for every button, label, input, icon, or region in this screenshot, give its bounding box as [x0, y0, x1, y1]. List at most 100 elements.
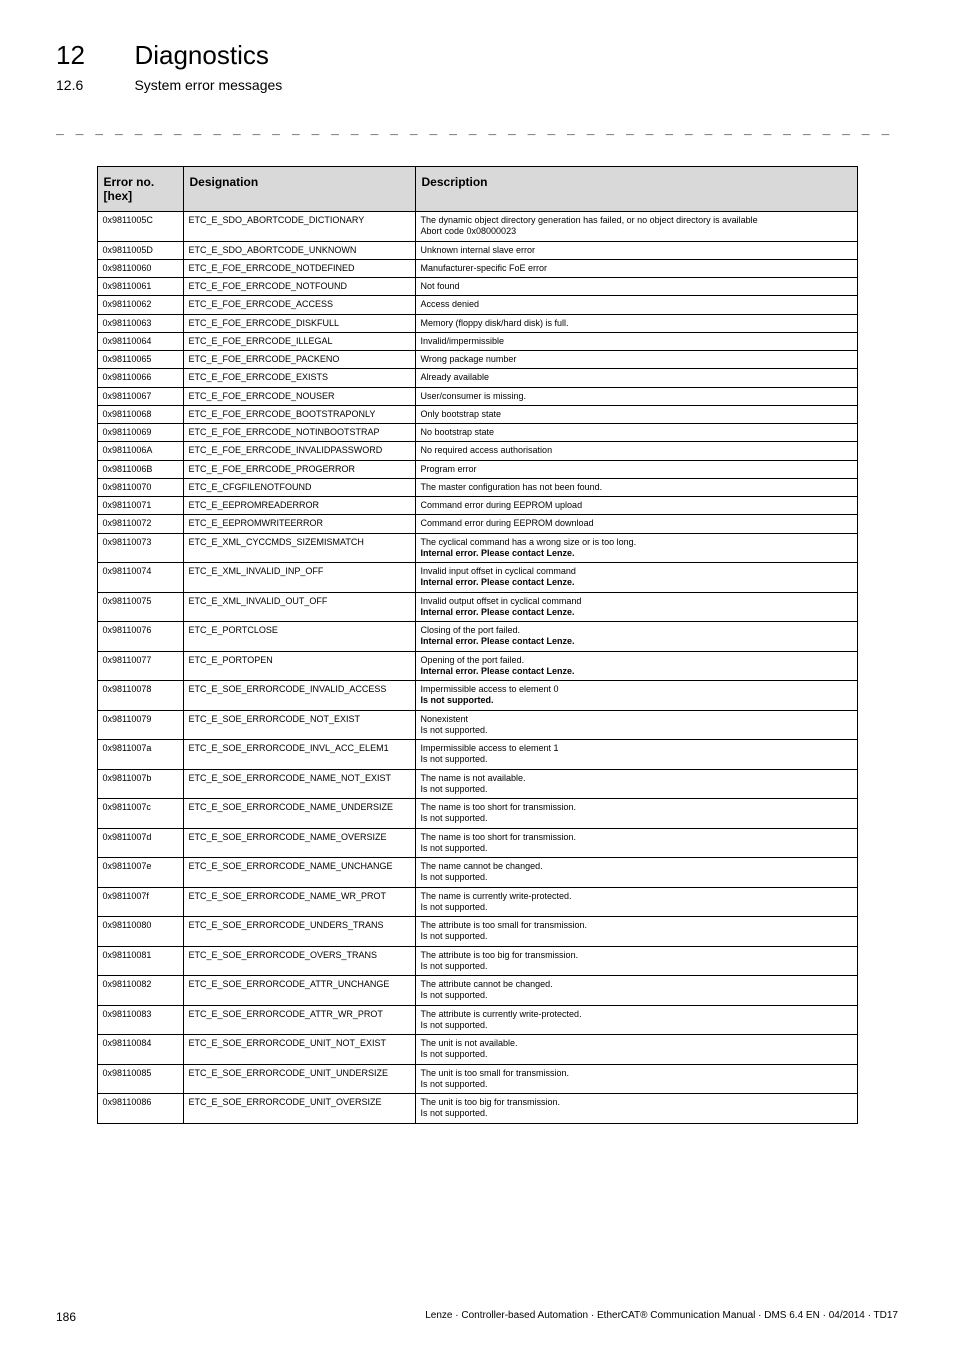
cell-designation: ETC_E_FOE_ERRCODE_INVALIDPASSWORD: [183, 442, 415, 460]
cell-description: Only bootstrap state: [415, 405, 857, 423]
cell-description: Program error: [415, 460, 857, 478]
table-row: 0x98110069ETC_E_FOE_ERRCODE_NOTINBOOTSTR…: [97, 424, 857, 442]
table-row: 0x9811006BETC_E_FOE_ERRCODE_PROGERRORPro…: [97, 460, 857, 478]
cell-description: Command error during EEPROM upload: [415, 497, 857, 515]
cell-designation: ETC_E_FOE_ERRCODE_ACCESS: [183, 296, 415, 314]
section-number: 12.6: [56, 77, 130, 93]
table-row: 0x9811005DETC_E_SDO_ABORTCODE_UNKNOWNUnk…: [97, 241, 857, 259]
cell-designation: ETC_E_CFGFILENOTFOUND: [183, 478, 415, 496]
cell-error-no: 0x98110086: [97, 1094, 183, 1124]
table-row: 0x98110078ETC_E_SOE_ERRORCODE_INVALID_AC…: [97, 681, 857, 711]
cell-designation: ETC_E_EEPROMREADERROR: [183, 497, 415, 515]
cell-designation: ETC_E_SOE_ERRORCODE_UNIT_OVERSIZE: [183, 1094, 415, 1124]
cell-description: No required access authorisation: [415, 442, 857, 460]
cell-error-no: 0x98110081: [97, 946, 183, 976]
header-error-no: Error no.[hex]: [97, 167, 183, 212]
cell-description: Opening of the port failed.Internal erro…: [415, 651, 857, 681]
table-row: 0x9811005CETC_E_SDO_ABORTCODE_DICTIONARY…: [97, 212, 857, 242]
cell-designation: ETC_E_FOE_ERRCODE_NOTFOUND: [183, 278, 415, 296]
table-row: 0x98110085ETC_E_SOE_ERRORCODE_UNIT_UNDER…: [97, 1064, 857, 1094]
cell-error-no: 0x98110085: [97, 1064, 183, 1094]
cell-error-no: 0x98110075: [97, 592, 183, 622]
table-row: 0x9811007dETC_E_SOE_ERRORCODE_NAME_OVERS…: [97, 828, 857, 858]
page-number: 186: [56, 1310, 76, 1324]
table-row: 0x98110076ETC_E_PORTCLOSEClosing of the …: [97, 622, 857, 652]
footer-text: Lenze · Controller-based Automation · Et…: [425, 1310, 898, 1321]
page-footer: 186 Lenze · Controller-based Automation …: [56, 1310, 898, 1324]
cell-description: The attribute is currently write-protect…: [415, 1005, 857, 1035]
cell-error-no: 0x98110070: [97, 478, 183, 496]
cell-designation: ETC_E_SOE_ERRORCODE_OVERS_TRANS: [183, 946, 415, 976]
cell-error-no: 0x98110077: [97, 651, 183, 681]
cell-designation: ETC_E_SOE_ERRORCODE_INVL_ACC_ELEM1: [183, 740, 415, 770]
table-row: 0x98110072ETC_E_EEPROMWRITEERRORCommand …: [97, 515, 857, 533]
table-row: 0x9811007bETC_E_SOE_ERRORCODE_NAME_NOT_E…: [97, 769, 857, 799]
cell-error-no: 0x98110076: [97, 622, 183, 652]
cell-error-no: 0x98110072: [97, 515, 183, 533]
cell-designation: ETC_E_PORTOPEN: [183, 651, 415, 681]
cell-description: User/consumer is missing.: [415, 387, 857, 405]
cell-error-no: 0x98110062: [97, 296, 183, 314]
cell-description: Closing of the port failed.Internal erro…: [415, 622, 857, 652]
table-row: 0x9811007aETC_E_SOE_ERRORCODE_INVL_ACC_E…: [97, 740, 857, 770]
table-row: 0x98110066ETC_E_FOE_ERRCODE_EXISTSAlread…: [97, 369, 857, 387]
cell-description: Invalid input offset in cyclical command…: [415, 563, 857, 593]
cell-description: The attribute is too big for transmissio…: [415, 946, 857, 976]
cell-description: The name is not available.Is not support…: [415, 769, 857, 799]
cell-description: NonexistentIs not supported.: [415, 710, 857, 740]
cell-error-no: 0x98110060: [97, 259, 183, 277]
cell-description: Invalid output offset in cyclical comman…: [415, 592, 857, 622]
cell-error-no: 0x9811007e: [97, 858, 183, 888]
table-row: 0x98110081ETC_E_SOE_ERRORCODE_OVERS_TRAN…: [97, 946, 857, 976]
cell-designation: ETC_E_FOE_ERRCODE_PACKENO: [183, 351, 415, 369]
header-description: Description: [415, 167, 857, 212]
cell-description: Memory (floppy disk/hard disk) is full.: [415, 314, 857, 332]
cell-description: The name is too short for transmission.I…: [415, 799, 857, 829]
cell-error-no: 0x98110079: [97, 710, 183, 740]
cell-error-no: 0x98110083: [97, 1005, 183, 1035]
table-row: 0x98110067ETC_E_FOE_ERRCODE_NOUSERUser/c…: [97, 387, 857, 405]
table-row: 0x98110065ETC_E_FOE_ERRCODE_PACKENOWrong…: [97, 351, 857, 369]
table-row: 0x98110084ETC_E_SOE_ERRORCODE_UNIT_NOT_E…: [97, 1035, 857, 1065]
cell-designation: ETC_E_SOE_ERRORCODE_UNIT_UNDERSIZE: [183, 1064, 415, 1094]
cell-description: Impermissible access to element 1Is not …: [415, 740, 857, 770]
cell-designation: ETC_E_XML_INVALID_INP_OFF: [183, 563, 415, 593]
cell-designation: ETC_E_XML_CYCCMDS_SIZEMISMATCH: [183, 533, 415, 563]
cell-error-no: 0x98110061: [97, 278, 183, 296]
cell-error-no: 0x98110064: [97, 332, 183, 350]
cell-designation: ETC_E_SOE_ERRORCODE_NAME_OVERSIZE: [183, 828, 415, 858]
cell-designation: ETC_E_SDO_ABORTCODE_UNKNOWN: [183, 241, 415, 259]
cell-description: Command error during EEPROM download: [415, 515, 857, 533]
cell-error-no: 0x9811005D: [97, 241, 183, 259]
table-row: 0x98110070ETC_E_CFGFILENOTFOUNDThe maste…: [97, 478, 857, 496]
cell-error-no: 0x9811007c: [97, 799, 183, 829]
table-row: 0x98110060ETC_E_FOE_ERRCODE_NOTDEFINEDMa…: [97, 259, 857, 277]
cell-error-no: 0x9811006A: [97, 442, 183, 460]
cell-description: Manufacturer-specific FoE error: [415, 259, 857, 277]
table-row: 0x98110063ETC_E_FOE_ERRCODE_DISKFULLMemo…: [97, 314, 857, 332]
cell-description: The name cannot be changed.Is not suppor…: [415, 858, 857, 888]
cell-description: Wrong package number: [415, 351, 857, 369]
cell-description: The master configuration has not been fo…: [415, 478, 857, 496]
cell-error-no: 0x98110078: [97, 681, 183, 711]
cell-designation: ETC_E_SOE_ERRORCODE_INVALID_ACCESS: [183, 681, 415, 711]
cell-description: Unknown internal slave error: [415, 241, 857, 259]
cell-description: The name is too short for transmission.I…: [415, 828, 857, 858]
cell-error-no: 0x98110073: [97, 533, 183, 563]
chapter-title: Diagnostics: [134, 40, 268, 71]
cell-designation: ETC_E_SOE_ERRORCODE_NAME_UNCHANGE: [183, 858, 415, 888]
cell-designation: ETC_E_SOE_ERRORCODE_NAME_NOT_EXIST: [183, 769, 415, 799]
cell-error-no: 0x98110071: [97, 497, 183, 515]
cell-description: The attribute is too small for transmiss…: [415, 917, 857, 947]
cell-error-no: 0x98110084: [97, 1035, 183, 1065]
cell-designation: ETC_E_SOE_ERRORCODE_UNDERS_TRANS: [183, 917, 415, 947]
cell-description: No bootstrap state: [415, 424, 857, 442]
cell-description: Not found: [415, 278, 857, 296]
table-row: 0x98110064ETC_E_FOE_ERRCODE_ILLEGALInval…: [97, 332, 857, 350]
cell-error-no: 0x9811007b: [97, 769, 183, 799]
cell-description: The attribute cannot be changed.Is not s…: [415, 976, 857, 1006]
table-row: 0x98110080ETC_E_SOE_ERRORCODE_UNDERS_TRA…: [97, 917, 857, 947]
cell-designation: ETC_E_SOE_ERRORCODE_NAME_WR_PROT: [183, 887, 415, 917]
header-designation: Designation: [183, 167, 415, 212]
error-table: Error no.[hex] Designation Description 0…: [97, 166, 858, 1124]
